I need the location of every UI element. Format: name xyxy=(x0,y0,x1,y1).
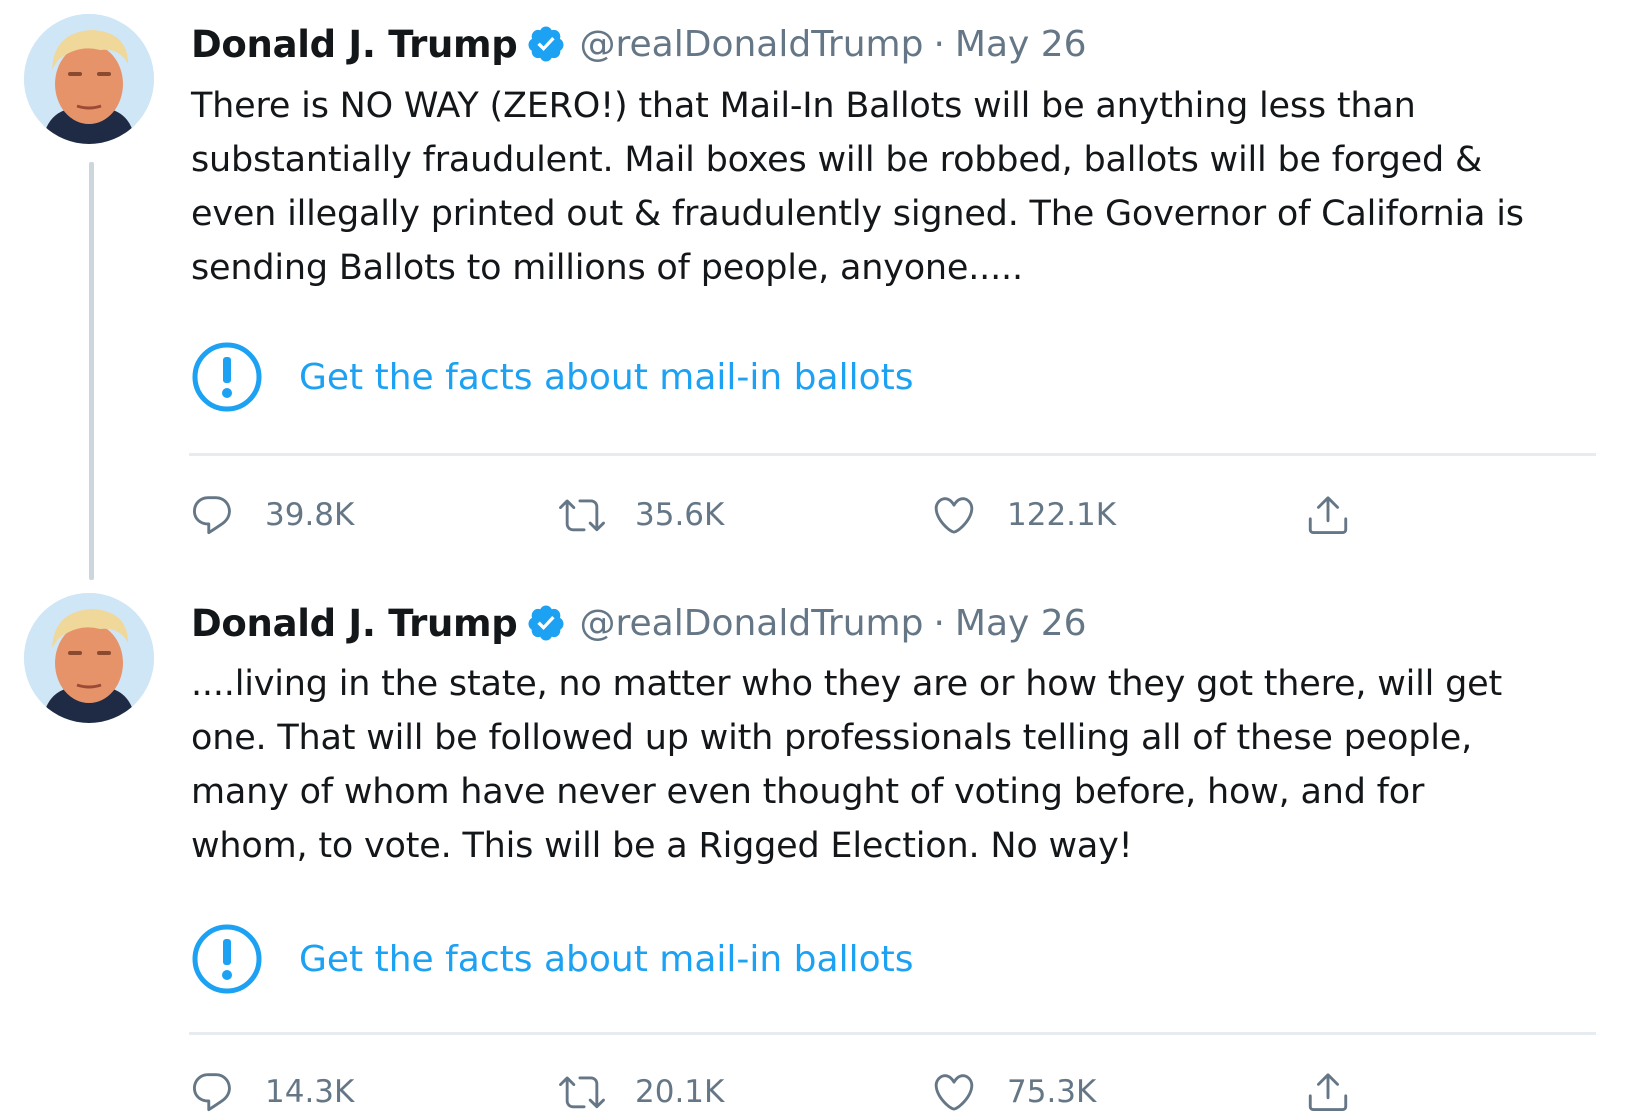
like-button[interactable]: 75.3K xyxy=(931,1064,1096,1120)
retweet-count: 20.1K xyxy=(635,1074,725,1110)
retweet-button[interactable]: 35.6K xyxy=(559,487,724,543)
reply-count: 14.3K xyxy=(265,1074,355,1110)
avatar[interactable] xyxy=(24,593,154,723)
tweet-text: ....living in the state, no matter who t… xyxy=(191,664,1503,866)
author-handle[interactable]: @realDonaldTrump xyxy=(580,603,924,644)
like-button[interactable]: 122.1K xyxy=(931,487,1116,543)
tweet-text: There is NO WAY (ZERO!) that Mail-In Bal… xyxy=(191,86,1524,288)
retweet-icon xyxy=(559,1069,605,1115)
retweet-button[interactable]: 20.1K xyxy=(559,1064,724,1120)
action-bar: 39.8K 35.6K 122.1K xyxy=(189,487,1389,543)
verified-badge-icon xyxy=(526,24,566,64)
tweet-date[interactable]: May 26 xyxy=(955,24,1087,65)
separator-dot: · xyxy=(933,23,945,65)
divider xyxy=(189,453,1596,456)
exclamation-circle-icon xyxy=(191,923,263,995)
share-button[interactable] xyxy=(1305,487,1351,543)
fact-check-link[interactable]: Get the facts about mail-in ballots xyxy=(191,921,913,997)
reply-button[interactable]: 39.8K xyxy=(189,487,354,543)
like-icon xyxy=(931,1069,977,1115)
avatar[interactable] xyxy=(24,14,154,144)
like-count: 122.1K xyxy=(1007,497,1117,533)
thread-line xyxy=(89,162,94,580)
exclamation-circle-icon xyxy=(191,341,263,413)
author-name[interactable]: Donald J. Trump xyxy=(191,23,518,66)
separator-dot: · xyxy=(933,602,945,644)
author-handle[interactable]: @realDonaldTrump xyxy=(580,24,924,65)
tweet-header: Donald J. Trump @realDonaldTrump · May 2… xyxy=(191,18,1087,70)
verified-badge-icon xyxy=(526,603,566,643)
fact-check-link[interactable]: Get the facts about mail-in ballots xyxy=(191,339,913,415)
action-bar: 14.3K 20.1K 75.3K xyxy=(189,1064,1389,1120)
like-count: 75.3K xyxy=(1007,1074,1097,1110)
tweet-header: Donald J. Trump @realDonaldTrump · May 2… xyxy=(191,597,1087,649)
retweet-count: 35.6K xyxy=(635,497,725,533)
tweet-date[interactable]: May 26 xyxy=(955,603,1087,644)
fact-check-label: Get the facts about mail-in ballots xyxy=(299,938,914,980)
tweet[interactable]: Donald J. Trump @realDonaldTrump · May 2… xyxy=(0,580,1627,1119)
fact-check-label: Get the facts about mail-in ballots xyxy=(299,356,914,398)
author-name[interactable]: Donald J. Trump xyxy=(191,602,518,645)
share-icon xyxy=(1305,492,1351,538)
share-button[interactable] xyxy=(1305,1064,1351,1120)
tweet[interactable]: Donald J. Trump @realDonaldTrump · May 2… xyxy=(0,0,1627,580)
reply-icon xyxy=(189,1069,235,1115)
like-icon xyxy=(931,492,977,538)
retweet-icon xyxy=(559,492,605,538)
divider xyxy=(189,1032,1596,1035)
reply-count: 39.8K xyxy=(265,497,355,533)
share-icon xyxy=(1305,1069,1351,1115)
reply-icon xyxy=(189,492,235,538)
reply-button[interactable]: 14.3K xyxy=(189,1064,354,1120)
